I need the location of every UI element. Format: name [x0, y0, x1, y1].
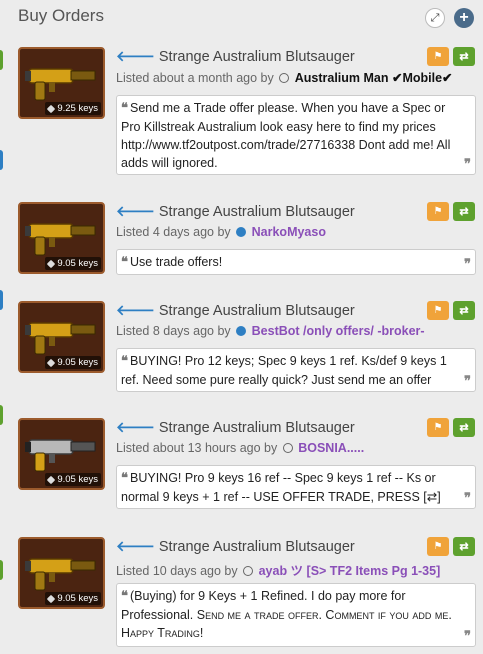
flag-icon: ⚑ [433, 541, 443, 552]
left-tab-marker [0, 405, 3, 425]
flag-button[interactable]: ⚑ [427, 202, 449, 221]
item-thumbnail[interactable]: 9.05 keys [18, 537, 105, 609]
swap-icon: ⇄ [459, 422, 469, 434]
flag-button[interactable]: ⚑ [427, 418, 449, 437]
flag-button[interactable]: ⚑ [427, 47, 449, 66]
listing-meta: Listed 8 days ago by BestBot /only offer… [116, 324, 425, 338]
order-message: ❝ Send me a Trade offer please. When you … [116, 95, 476, 175]
trade-button[interactable]: ⇄ [453, 301, 475, 320]
order-title: 🡐 Strange Australium Blutsauger [116, 419, 355, 436]
price-tag-icon [47, 104, 56, 113]
blutsauger-icon [25, 322, 96, 355]
item-thumbnail[interactable]: 9.05 keys [18, 202, 105, 274]
trade-button[interactable]: ⇄ [453, 202, 475, 221]
arrow-left-icon: 🡐 [116, 49, 155, 65]
left-tab-marker [0, 290, 3, 310]
price-label: 9.05 keys [45, 257, 101, 270]
user-link[interactable]: BOSNIA..... [298, 441, 364, 455]
price-label: 9.25 keys [45, 102, 101, 115]
user-link[interactable]: BestBot /only offers/ -broker- [252, 324, 425, 338]
quote-open-icon: ❝ [121, 255, 128, 270]
item-thumbnail[interactable]: 9.05 keys [18, 418, 105, 490]
blutsauger-icon [25, 558, 96, 591]
order-title: 🡐 Strange Australium Blutsauger [116, 203, 355, 220]
item-name[interactable]: Strange Australium Blutsauger [159, 49, 355, 65]
item-name[interactable]: Strange Australium Blutsauger [159, 539, 355, 555]
price-tag-icon [47, 358, 56, 367]
arrow-left-icon: 🡐 [116, 204, 155, 220]
left-tab-marker [0, 560, 3, 580]
flag-icon: ⚑ [433, 206, 443, 217]
plus-icon[interactable]: + [454, 8, 474, 28]
swap-icon: ⇄ [459, 206, 469, 218]
quote-open-icon: ❝ [121, 471, 128, 486]
item-thumbnail[interactable]: 9.05 keys [18, 301, 105, 373]
offline-status-icon [279, 73, 290, 83]
item-name[interactable]: Strange Australium Blutsauger [159, 204, 355, 220]
price-label: 9.05 keys [45, 473, 101, 486]
order-title: 🡐 Strange Australium Blutsauger [116, 48, 355, 65]
online-status-icon [236, 326, 247, 336]
user-link[interactable]: NarkoMyaso [252, 225, 326, 239]
offline-status-icon [243, 566, 254, 576]
quote-close-icon: ❞ [464, 374, 471, 389]
user-link[interactable]: ayab ツ [S> TF2 Items Pg 1-35] [259, 564, 441, 578]
order-message: ❝ (Buying) for 9 Keys + 1 Refined. I do p… [116, 583, 476, 647]
listing-meta: Listed 10 days ago by ayab ツ [S> TF2 Ite… [116, 564, 441, 578]
swap-icon: ⇄ [459, 51, 469, 63]
trade-button[interactable]: ⇄ [453, 537, 475, 556]
section-title: Buy Orders [18, 6, 104, 25]
left-tab-marker [0, 150, 3, 170]
flag-icon: ⚑ [433, 51, 443, 62]
price-tag-icon [47, 475, 56, 484]
flag-button[interactable]: ⚑ [427, 301, 449, 320]
arrow-left-icon: 🡐 [116, 303, 155, 319]
trade-button[interactable]: ⇄ [453, 47, 475, 66]
price-tag-icon [47, 594, 56, 603]
listing-meta: Listed 4 days ago by NarkoMyaso [116, 225, 326, 239]
left-tab-marker [0, 50, 3, 70]
online-status-icon [236, 227, 247, 237]
order-message: ❝ BUYING! Pro 9 keys 16 ref -- Spec 9 key… [116, 465, 476, 509]
arrow-left-icon: 🡐 [116, 420, 155, 436]
trade-button[interactable]: ⇄ [453, 418, 475, 437]
offline-status-icon [282, 443, 293, 453]
quote-open-icon: ❝ [121, 354, 128, 369]
price-label: 9.05 keys [45, 356, 101, 369]
blutsauger-icon [25, 223, 96, 256]
quote-close-icon: ❞ [464, 629, 471, 644]
arrow-left-icon: 🡐 [116, 539, 155, 555]
flag-icon: ⚑ [433, 422, 443, 433]
item-thumbnail[interactable]: 9.25 keys [18, 47, 105, 119]
listing-meta: Listed about a month ago by Australium M… [116, 71, 453, 85]
flag-button[interactable]: ⚑ [427, 537, 449, 556]
item-name[interactable]: Strange Australium Blutsauger [159, 420, 355, 436]
price-tag-icon [47, 259, 56, 268]
flag-icon: ⚑ [433, 305, 443, 316]
quote-open-icon: ❝ [121, 589, 128, 604]
item-name[interactable]: Strange Australium Blutsauger [159, 303, 355, 319]
swap-icon: ⇄ [459, 541, 469, 553]
quote-close-icon: ❞ [464, 157, 471, 172]
blutsauger-icon [25, 68, 96, 101]
order-message: ❝ BUYING! Pro 12 keys; Spec 9 keys 1 ref.… [116, 348, 476, 392]
order-title: 🡐 Strange Australium Blutsauger [116, 538, 355, 555]
quote-close-icon: ❞ [464, 257, 471, 272]
user-link[interactable]: Australium Man ✔Mobile✔ [295, 71, 453, 85]
expand-icon[interactable]: ⤢ [425, 8, 445, 28]
listing-meta: Listed about 13 hours ago by BOSNIA..... [116, 441, 365, 455]
blutsauger-icon [25, 439, 96, 472]
quote-open-icon: ❝ [121, 101, 128, 116]
order-title: 🡐 Strange Australium Blutsauger [116, 302, 355, 319]
swap-icon: ⇄ [459, 305, 469, 317]
order-message: ❝ Use trade offers! ❞ [116, 249, 476, 275]
price-label: 9.05 keys [45, 592, 101, 605]
quote-close-icon: ❞ [464, 491, 471, 506]
